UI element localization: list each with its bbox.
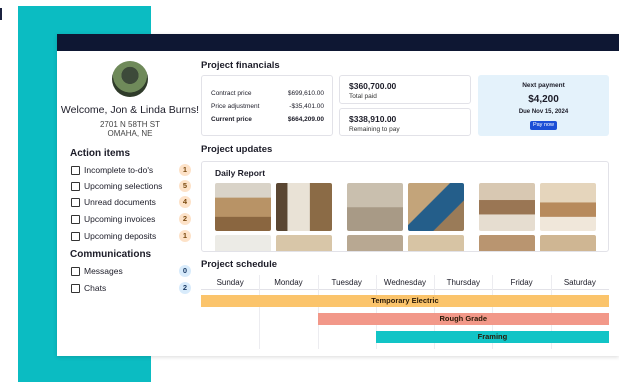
photo-window[interactable] xyxy=(276,183,332,231)
action-item-upcoming-invoices[interactable]: Upcoming invoices 2 xyxy=(71,212,191,226)
next-payment-amount: $4,200 xyxy=(528,94,559,105)
next-payment-label: Next payment xyxy=(522,82,565,89)
count-badge: 0 xyxy=(179,265,191,277)
communication-label: Chats xyxy=(84,283,107,293)
dashboard-window: Welcome, Jon & Linda Burns! 2701 N 58TH … xyxy=(57,34,619,356)
contract-price-value: $699,610.00 xyxy=(287,90,324,97)
day-header-saturday: Saturday xyxy=(550,275,609,290)
grid-divider xyxy=(259,275,261,349)
day-header-friday: Friday xyxy=(492,275,551,290)
day-header-thursday: Thursday xyxy=(434,275,493,290)
document-icon xyxy=(71,197,80,207)
count-badge: 1 xyxy=(179,164,191,176)
contract-summary-card: Contract price $699,610.00 Price adjustm… xyxy=(201,75,333,136)
next-payment-due: Due Nov 15, 2024 xyxy=(518,109,569,115)
daily-report-card[interactable]: Daily Report xyxy=(201,161,609,252)
task-bar-temporary-electric[interactable]: Temporary Electric xyxy=(201,295,609,307)
total-paid-label: Total paid xyxy=(349,93,377,100)
action-item-unread-documents[interactable]: Unread documents 4 xyxy=(71,195,191,209)
deposit-icon xyxy=(71,231,80,241)
action-item-label: Unread documents xyxy=(84,197,156,207)
checklist-icon xyxy=(71,165,80,175)
action-items-heading: Action items xyxy=(70,148,131,159)
current-price-label: Current price xyxy=(211,116,252,123)
address-line-1: 2701 N 58TH ST xyxy=(99,120,161,129)
action-item-label: Upcoming deposits xyxy=(84,231,157,241)
communication-messages[interactable]: Messages 0 xyxy=(71,264,191,278)
action-item-incomplete-todos[interactable]: Incomplete to-do's 1 xyxy=(71,163,191,177)
task-bar-rough-grade[interactable]: Rough Grade xyxy=(317,313,609,325)
message-icon xyxy=(71,266,80,276)
selection-icon xyxy=(71,181,80,191)
total-paid-card: $360,700.00 Total paid xyxy=(339,75,471,104)
schedule-calendar: Sunday Monday Tuesday Wednesday Thursday Frid… xyxy=(201,275,609,349)
remaining-card: $338,910.00 Remaining to pay xyxy=(339,108,471,136)
day-header-tuesday: Tuesday xyxy=(317,275,376,290)
contract-price-label: Contract price xyxy=(211,90,252,97)
action-item-label: Incomplete to-do's xyxy=(84,165,154,175)
photo-row2-3[interactable] xyxy=(347,235,403,251)
photo-workers[interactable] xyxy=(408,183,464,231)
chat-icon xyxy=(71,283,80,293)
total-paid-value: $360,700.00 xyxy=(349,81,397,91)
communication-label: Messages xyxy=(84,266,123,276)
avatar[interactable] xyxy=(112,61,148,97)
schedule-heading: Project schedule xyxy=(201,259,278,270)
remaining-label: Remaining to pay xyxy=(349,126,400,133)
pay-now-button[interactable]: Pay now xyxy=(530,121,557,130)
count-badge: 4 xyxy=(179,196,191,208)
action-item-upcoming-selections[interactable]: Upcoming selections 5 xyxy=(71,179,191,193)
action-item-label: Upcoming invoices xyxy=(84,214,156,224)
contract-price-row: Contract price $699,610.00 xyxy=(211,90,324,97)
photo-tile[interactable] xyxy=(347,183,403,231)
price-adjustment-value: -$35,401.00 xyxy=(289,103,324,110)
day-header-wednesday: Wednesday xyxy=(375,275,435,290)
edge-marker xyxy=(0,8,2,20)
welcome-message: Welcome, Jon & Linda Burns! xyxy=(60,104,200,116)
count-badge: 5 xyxy=(179,180,191,192)
photo-row2-4[interactable] xyxy=(408,235,464,251)
communications-heading: Communications xyxy=(70,249,152,260)
invoice-icon xyxy=(71,214,80,224)
address-line-2: OMAHA, NE xyxy=(107,129,153,138)
financials-heading: Project financials xyxy=(201,60,280,71)
photo-row2-1[interactable] xyxy=(215,235,271,251)
grid-divider xyxy=(317,275,319,349)
updates-heading: Project updates xyxy=(201,144,273,155)
daily-report-title: Daily Report xyxy=(215,168,266,178)
current-price-row: Current price $664,209.00 xyxy=(211,116,324,123)
remaining-value: $338,910.00 xyxy=(349,114,397,124)
price-adjustment-label: Price adjustment xyxy=(211,103,260,110)
photo-row2-5[interactable] xyxy=(479,235,535,251)
next-payment-card: Next payment $4,200 Due Nov 15, 2024 Pay… xyxy=(478,75,609,136)
task-bar-framing[interactable]: Framing xyxy=(375,331,609,343)
count-badge: 1 xyxy=(179,230,191,242)
photo-row2-6[interactable] xyxy=(540,235,596,251)
photo-kitchen-1[interactable] xyxy=(215,183,271,231)
count-badge: 2 xyxy=(179,282,191,294)
count-badge: 2 xyxy=(179,213,191,225)
action-item-upcoming-deposits[interactable]: Upcoming deposits 1 xyxy=(71,229,191,243)
communication-chats[interactable]: Chats 2 xyxy=(71,281,191,295)
photo-row2-2[interactable] xyxy=(276,235,332,251)
photo-kitchen-2[interactable] xyxy=(479,183,535,231)
current-price-value: $664,209.00 xyxy=(287,116,324,123)
top-navigation-bar xyxy=(57,34,619,51)
photo-fireplace[interactable] xyxy=(540,183,596,231)
action-item-label: Upcoming selections xyxy=(84,181,163,191)
price-adjustment-row: Price adjustment -$35,401.00 xyxy=(211,103,324,110)
day-header-monday: Monday xyxy=(259,275,318,290)
day-header-sunday: Sunday xyxy=(201,275,260,290)
